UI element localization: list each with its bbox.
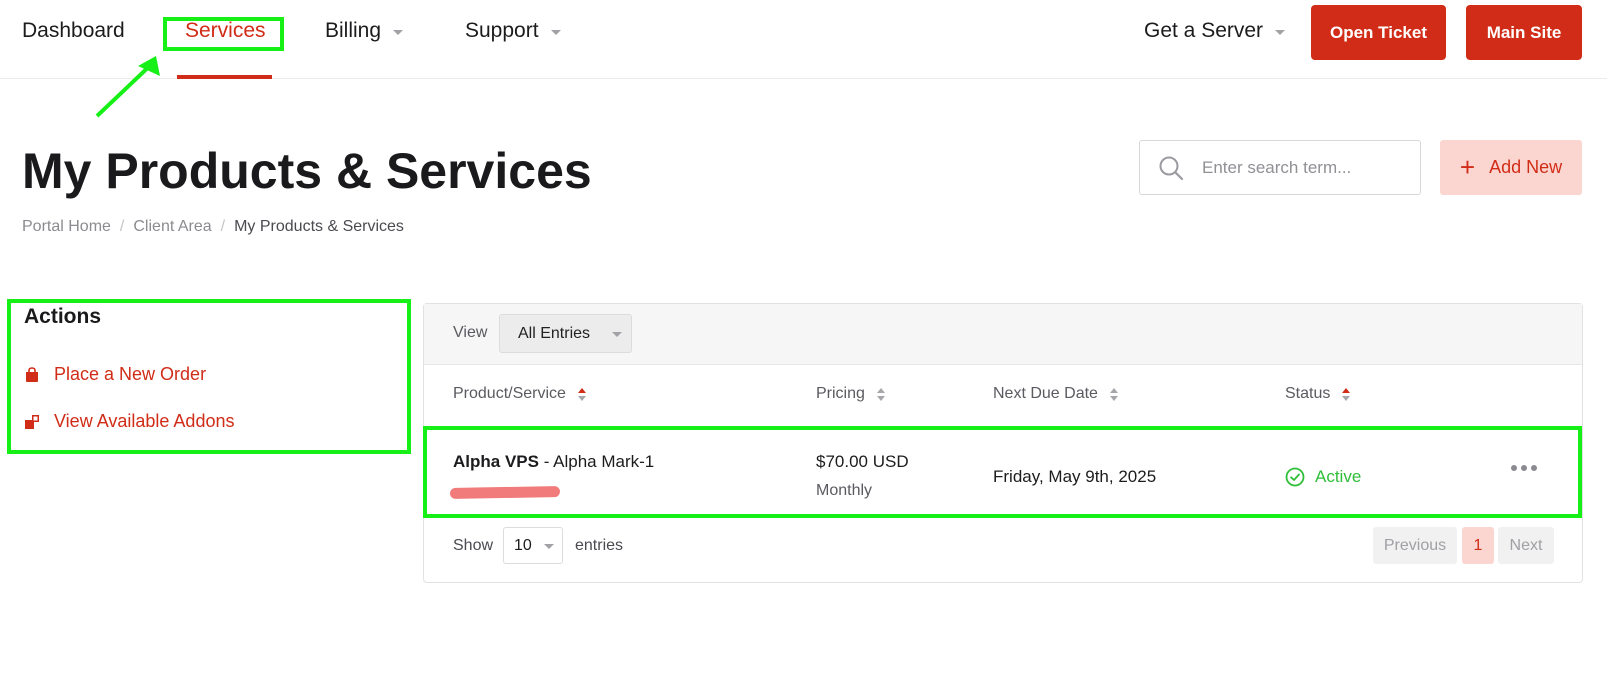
page-title: My Products & Services	[22, 143, 592, 199]
nav-support-label: Support	[465, 19, 539, 42]
redacted-domain	[449, 486, 561, 499]
price-value: $70.00 USD	[816, 452, 909, 471]
column-header-pricing[interactable]: Pricing	[816, 385, 885, 403]
status-badge: Active	[1285, 467, 1361, 487]
annotation-arrow-icon	[95, 56, 160, 118]
search-icon	[1159, 156, 1184, 180]
plus-icon: +	[1459, 151, 1476, 182]
chevron-down-icon	[1275, 29, 1286, 35]
breadcrumb: Portal Home / Client Area / My Products …	[22, 218, 404, 236]
active-tab-indicator	[177, 75, 272, 79]
breadcrumb-separator: /	[220, 218, 226, 235]
column-header-status[interactable]: Status	[1285, 385, 1351, 403]
breadcrumb-client-area[interactable]: Client Area	[133, 218, 211, 236]
view-addons-label: View Available Addons	[54, 411, 235, 431]
sort-icon	[577, 387, 586, 401]
more-options-icon[interactable]	[1511, 465, 1537, 471]
pagination-next[interactable]: Next	[1498, 527, 1554, 564]
sort-icon	[1109, 387, 1118, 401]
product-plan: - Alpha Mark-1	[543, 452, 655, 471]
nav-billing-label: Billing	[325, 19, 382, 42]
nav-services-label: Services	[185, 19, 266, 42]
nav-dashboard-label: Dashboard	[22, 19, 125, 42]
billing-cycle: Monthly	[816, 482, 873, 499]
services-table-panel: View All Entries Product/Service Pricing…	[423, 303, 1583, 583]
column-header-product[interactable]: Product/Service	[453, 385, 586, 403]
page-size-value: 10	[514, 536, 532, 554]
view-filter-value: All Entries	[518, 324, 591, 342]
shopping-bag-icon	[26, 366, 38, 382]
nav-services[interactable]: Services	[185, 19, 266, 43]
chevron-down-icon	[550, 29, 561, 35]
open-ticket-button[interactable]: Open Ticket	[1311, 5, 1446, 60]
main-site-button[interactable]: Main Site	[1466, 5, 1582, 60]
nav-get-a-server[interactable]: Get a Server	[1144, 19, 1286, 43]
add-new-button[interactable]: + Add New	[1440, 140, 1582, 195]
view-label: View	[453, 324, 488, 341]
search-input[interactable]	[1202, 157, 1402, 178]
top-navigation: Dashboard Services Billing Support Get a…	[0, 0, 1607, 79]
chevron-down-icon	[393, 29, 404, 35]
place-new-order-link[interactable]: Place a New Order	[24, 364, 206, 385]
column-header-due-date[interactable]: Next Due Date	[993, 385, 1118, 403]
table-row[interactable]: Alpha VPS - Alpha Mark-1 $70.00 USD Mont…	[424, 428, 1582, 518]
breadcrumb-separator: /	[119, 218, 125, 235]
search-box[interactable]	[1139, 140, 1421, 195]
nav-get-a-server-label: Get a Server	[1144, 19, 1264, 42]
status-label: Active	[1315, 467, 1362, 486]
column-header-status-label: Status	[1285, 385, 1331, 402]
addons-icon	[25, 414, 39, 429]
product-name: Alpha VPS	[453, 452, 539, 471]
column-header-due-date-label: Next Due Date	[993, 385, 1098, 402]
show-label: Show	[453, 537, 494, 554]
entries-label: entries	[575, 537, 624, 554]
view-filter-select[interactable]: All Entries	[499, 314, 632, 353]
place-new-order-label: Place a New Order	[54, 364, 207, 384]
table-toolbar: View All Entries	[424, 304, 1582, 365]
chevron-down-icon	[543, 544, 554, 549]
next-due-date: Friday, May 9th, 2025	[993, 467, 1157, 486]
check-circle-icon	[1285, 467, 1305, 487]
add-new-label: Add New	[1489, 157, 1563, 177]
chevron-down-icon	[612, 332, 623, 337]
breadcrumb-portal-home[interactable]: Portal Home	[22, 218, 111, 236]
product-name-cell: Alpha VPS - Alpha Mark-1	[453, 452, 654, 472]
column-header-product-label: Product/Service	[453, 385, 566, 402]
nav-billing[interactable]: Billing	[325, 19, 404, 43]
actions-heading: Actions	[24, 305, 102, 328]
breadcrumb-current: My Products & Services	[234, 218, 404, 235]
column-header-pricing-label: Pricing	[816, 385, 865, 402]
page-size-select[interactable]: 10	[503, 527, 563, 564]
pagination-previous[interactable]: Previous	[1373, 527, 1457, 564]
pagination-page-1[interactable]: 1	[1462, 527, 1494, 564]
sort-icon	[876, 387, 885, 401]
sort-icon	[1342, 387, 1351, 401]
nav-support[interactable]: Support	[465, 19, 561, 43]
view-addons-link[interactable]: View Available Addons	[24, 411, 234, 432]
nav-dashboard[interactable]: Dashboard	[22, 19, 125, 43]
